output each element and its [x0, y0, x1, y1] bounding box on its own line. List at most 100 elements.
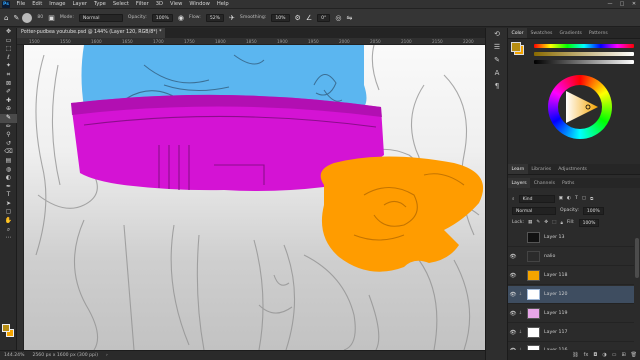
color-panel-fg-swatch[interactable]	[511, 42, 521, 52]
symmetry-icon[interactable]: ⇋	[346, 14, 352, 22]
airbrush-icon[interactable]: ✈	[229, 14, 235, 22]
layer-row[interactable]: Layer 13	[508, 229, 634, 247]
spot-heal-icon[interactable]: ⊕	[0, 105, 17, 114]
lock-position-icon[interactable]: ✥	[544, 220, 548, 225]
marquee-tool-icon[interactable]: ⬚	[0, 45, 17, 54]
lock-artboard-icon[interactable]: ⬚	[552, 220, 556, 225]
smoothing-field[interactable]: 10%	[271, 13, 290, 22]
menu-type[interactable]: Type	[90, 0, 109, 9]
eyedropper-tool-icon[interactable]: ✐	[0, 88, 17, 97]
add-mask-icon[interactable]: ◘	[593, 350, 597, 360]
pressure-opacity-icon[interactable]: ◉	[178, 14, 184, 22]
clone-stamp-tool-icon[interactable]: ⚲	[0, 131, 17, 140]
lock-paint-icon[interactable]: ✎	[536, 220, 540, 225]
color-swatches[interactable]	[2, 324, 14, 338]
color-triangle[interactable]	[560, 87, 600, 127]
crop-tool-icon[interactable]: ⌗	[0, 71, 17, 80]
foreground-color-swatch[interactable]	[2, 324, 10, 332]
tab-learn[interactable]: Learn	[508, 164, 528, 174]
angle-field[interactable]: 0°	[317, 13, 331, 22]
lasso-tool-icon[interactable]: ℓ	[0, 54, 17, 63]
layer-row[interactable]: 👁︎ Layer 118	[508, 267, 634, 285]
shape-tool-icon[interactable]: ▢	[0, 208, 17, 217]
tab-layers[interactable]: Layers	[508, 178, 531, 188]
home-icon[interactable]: ⌂	[4, 14, 8, 22]
healing-brush-tool-icon[interactable]: ✚	[0, 97, 17, 106]
brightness-slider[interactable]	[534, 60, 634, 64]
tab-adjustments[interactable]: Adjustments	[555, 164, 591, 174]
visibility-eye-icon[interactable]: 👁︎	[508, 311, 518, 317]
hand-tool-icon[interactable]: ✋	[0, 217, 17, 226]
new-adjustment-icon[interactable]: ◑	[602, 350, 606, 360]
type-tool-icon[interactable]: T	[0, 191, 17, 200]
fx-icon[interactable]: fx	[584, 350, 589, 360]
menu-edit[interactable]: Edit	[29, 0, 46, 9]
brush-preset-picker[interactable]	[22, 12, 33, 23]
gradient-tool-icon[interactable]: ▤	[0, 157, 17, 166]
layer-opacity-field[interactable]: 100%	[582, 206, 604, 215]
history-brush-tool-icon[interactable]: ↺	[0, 140, 17, 149]
artboard-tool-icon[interactable]: ▭	[0, 37, 17, 46]
visibility-eye-icon[interactable]: 👁︎	[508, 254, 518, 260]
brush-tool-icon[interactable]: ✎	[0, 113, 17, 123]
tab-libraries[interactable]: Libraries	[528, 164, 555, 174]
menu-layer[interactable]: Layer	[69, 0, 90, 9]
history-panel-icon[interactable]: ⟲	[486, 28, 508, 41]
tab-paths[interactable]: Paths	[558, 178, 578, 188]
frame-tool-icon[interactable]: ⊠	[0, 80, 17, 89]
minimize-button[interactable]: —	[604, 0, 616, 9]
blur-tool-icon[interactable]: ◍	[0, 166, 17, 175]
tab-patterns[interactable]: Patterns	[585, 28, 611, 38]
new-group-icon[interactable]: ▭	[612, 350, 617, 360]
close-button[interactable]: ✕	[628, 0, 640, 9]
filter-smart-icon[interactable]: ⧉	[590, 196, 593, 202]
eraser-tool-icon[interactable]: ⌫	[0, 148, 17, 157]
quick-select-tool-icon[interactable]: ✦	[0, 62, 17, 71]
document-canvas[interactable]	[24, 45, 485, 350]
menu-select[interactable]: Select	[109, 0, 132, 9]
menu-image[interactable]: Image	[46, 0, 69, 9]
layer-row[interactable]: 👁︎ ↓ Layer 119	[508, 305, 634, 323]
lock-all-icon[interactable]: 🔒︎	[560, 220, 562, 226]
color-wheel[interactable]	[548, 75, 612, 139]
menu-window[interactable]: Window	[186, 0, 213, 9]
zoom-tool-icon[interactable]: ⌕	[0, 226, 17, 235]
opacity-field[interactable]: 100%	[151, 13, 173, 22]
blend-mode-select[interactable]: Normal	[512, 206, 556, 215]
visibility-eye-icon[interactable]: 👁︎	[508, 292, 518, 298]
layer-row-selected[interactable]: 👁︎ ↓ Layer 120	[508, 286, 634, 304]
filter-pixel-icon[interactable]: ▣	[559, 196, 563, 201]
pressure-size-icon[interactable]: ◎	[335, 14, 341, 22]
menu-help[interactable]: Help	[213, 0, 232, 9]
flow-field[interactable]: 52%	[205, 13, 225, 22]
pen-tool-icon[interactable]: ✒	[0, 183, 17, 192]
layer-row[interactable]: 👁︎ ↓ Layer 117	[508, 324, 634, 342]
mode-select[interactable]: Normal	[78, 13, 123, 22]
brush-tool-icon[interactable]: ✎	[13, 14, 19, 22]
delete-layer-icon[interactable]: 🗑︎	[631, 350, 637, 360]
paragraph-panel-icon[interactable]: ¶	[486, 80, 508, 93]
filter-type-icon[interactable]: T	[575, 196, 578, 201]
zoom-level[interactable]: 144.24%	[4, 353, 24, 358]
tab-channels[interactable]: Channels	[530, 178, 558, 188]
tab-gradients[interactable]: Gradients	[556, 28, 585, 38]
visibility-eye-icon[interactable]: 👁︎	[508, 273, 518, 279]
menu-view[interactable]: View	[167, 0, 186, 9]
menu-file[interactable]: File	[13, 0, 29, 9]
smoothing-settings-icon[interactable]: ⚙	[295, 14, 301, 22]
pencil-tool-icon[interactable]: ✏	[0, 123, 17, 132]
move-tool-icon[interactable]: ✥	[0, 28, 17, 37]
more-tools-icon[interactable]: ⋯	[0, 234, 17, 243]
link-layers-icon[interactable]: ⛓	[572, 350, 578, 360]
tab-color[interactable]: Color	[508, 28, 527, 38]
filter-adjust-icon[interactable]: ◐	[567, 196, 571, 201]
new-layer-icon[interactable]: ⊞	[621, 350, 625, 360]
hue-slider[interactable]	[534, 44, 634, 48]
layer-fill-field[interactable]: 100%	[578, 218, 600, 227]
filter-kind-select[interactable]: Kind	[518, 194, 555, 203]
status-arrow-icon[interactable]: ›	[106, 353, 108, 358]
properties-panel-icon[interactable]: ☰	[486, 41, 508, 54]
menu-filter[interactable]: Filter	[132, 0, 152, 9]
maximize-button[interactable]: □	[616, 0, 628, 9]
menu-3d[interactable]: 3D	[152, 0, 166, 9]
